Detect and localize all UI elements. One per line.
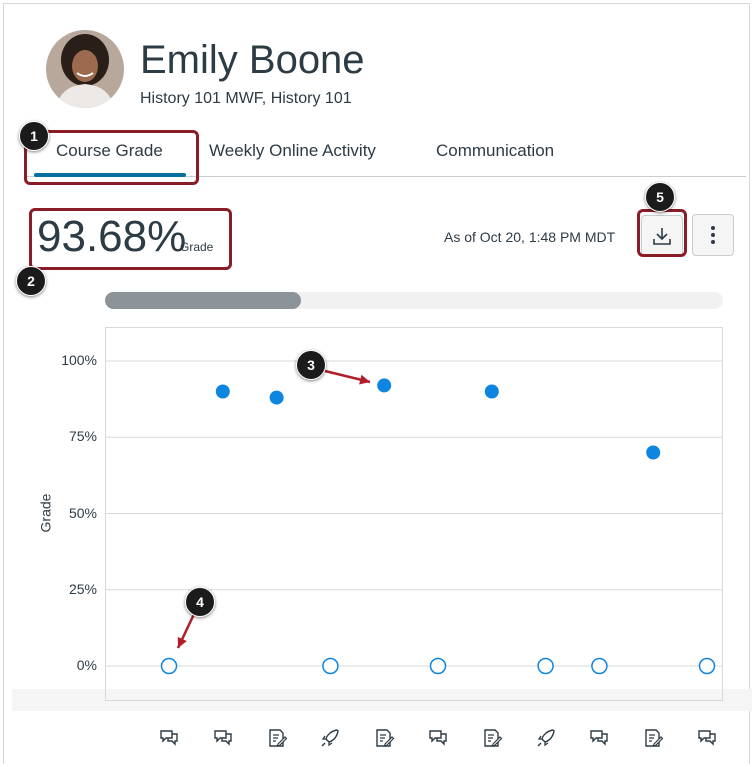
assignment-icon[interactable]: [373, 727, 395, 749]
callout-box-download: [637, 209, 687, 257]
discussion-icon[interactable]: [696, 727, 718, 749]
callout-badge-4: 4: [185, 587, 215, 617]
quiz-icon[interactable]: [319, 727, 341, 749]
quiz-icon[interactable]: [535, 727, 557, 749]
callout-badge-2: 2: [16, 266, 46, 296]
discussion-icon[interactable]: [158, 727, 180, 749]
callout-badge-1: 1: [19, 121, 49, 151]
assignment-icon[interactable]: [266, 727, 288, 749]
discussion-icon[interactable]: [427, 727, 449, 749]
graded-point[interactable]: [269, 390, 284, 405]
assignment-icon[interactable]: [481, 727, 503, 749]
discussion-icon[interactable]: [212, 727, 234, 749]
ungraded-point[interactable]: [698, 657, 716, 675]
discussion-icon[interactable]: [588, 727, 610, 749]
graded-point[interactable]: [484, 384, 499, 399]
ungraded-point[interactable]: [160, 657, 178, 675]
ungraded-point[interactable]: [591, 657, 608, 675]
callout-box-grade: [29, 208, 232, 270]
callout-arrowhead: [359, 374, 370, 385]
graded-point[interactable]: [646, 445, 661, 460]
ungraded-point[interactable]: [429, 657, 447, 675]
callout-badge-3: 3: [296, 350, 326, 380]
callout-badge-5: 5: [645, 182, 675, 212]
callout-box-course-grade: [24, 130, 199, 185]
ungraded-point[interactable]: [537, 657, 554, 675]
assignment-icon[interactable]: [642, 727, 664, 749]
ungraded-point[interactable]: [322, 657, 339, 675]
graded-point[interactable]: [215, 384, 230, 399]
graded-point[interactable]: [377, 378, 392, 393]
grade-chart: [105, 360, 723, 675]
